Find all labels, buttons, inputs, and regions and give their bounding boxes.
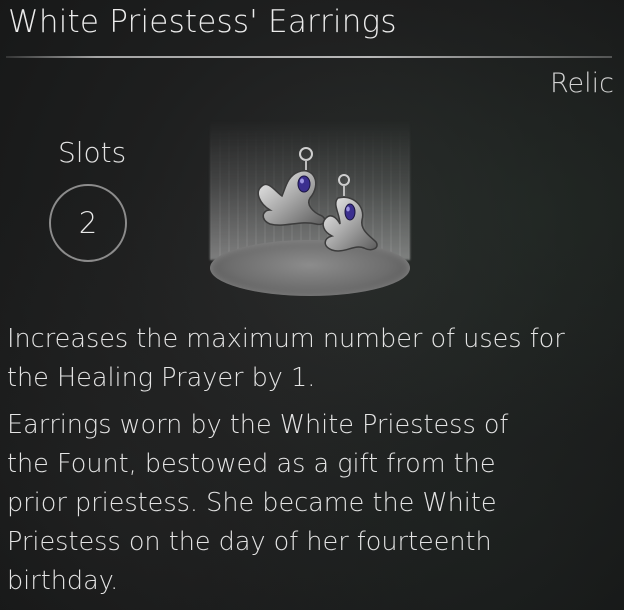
item-effect: Increases the maximum number of uses for… bbox=[7, 320, 607, 398]
slots-label: Slots bbox=[58, 136, 127, 169]
item-lore: Earrings worn by the White Priestess of … bbox=[7, 406, 607, 601]
lore-line: the Fount, bestowed as a gift from the bbox=[7, 449, 496, 479]
left-gem bbox=[297, 175, 311, 193]
right-gem bbox=[344, 203, 356, 221]
item-category: Relic bbox=[549, 68, 614, 99]
effect-line: the Healing Prayer by 1. bbox=[7, 363, 316, 393]
lore-line: birthday. bbox=[7, 566, 119, 596]
earrings-icon bbox=[257, 147, 378, 252]
lore-line: prior priestess. She became the White bbox=[7, 488, 497, 518]
item-title: White Priestess' Earrings bbox=[8, 4, 397, 40]
title-divider bbox=[6, 56, 612, 58]
right-earring bbox=[322, 174, 378, 252]
lore-line: Priestess on the day of her fourteenth bbox=[7, 527, 492, 557]
left-earring bbox=[257, 147, 326, 226]
slots-value: 2 bbox=[78, 206, 98, 240]
effect-line: Increases the maximum number of uses for bbox=[7, 324, 565, 354]
lore-line: Earrings worn by the White Priestess of bbox=[7, 410, 509, 440]
slots-badge: 2 bbox=[49, 184, 127, 262]
